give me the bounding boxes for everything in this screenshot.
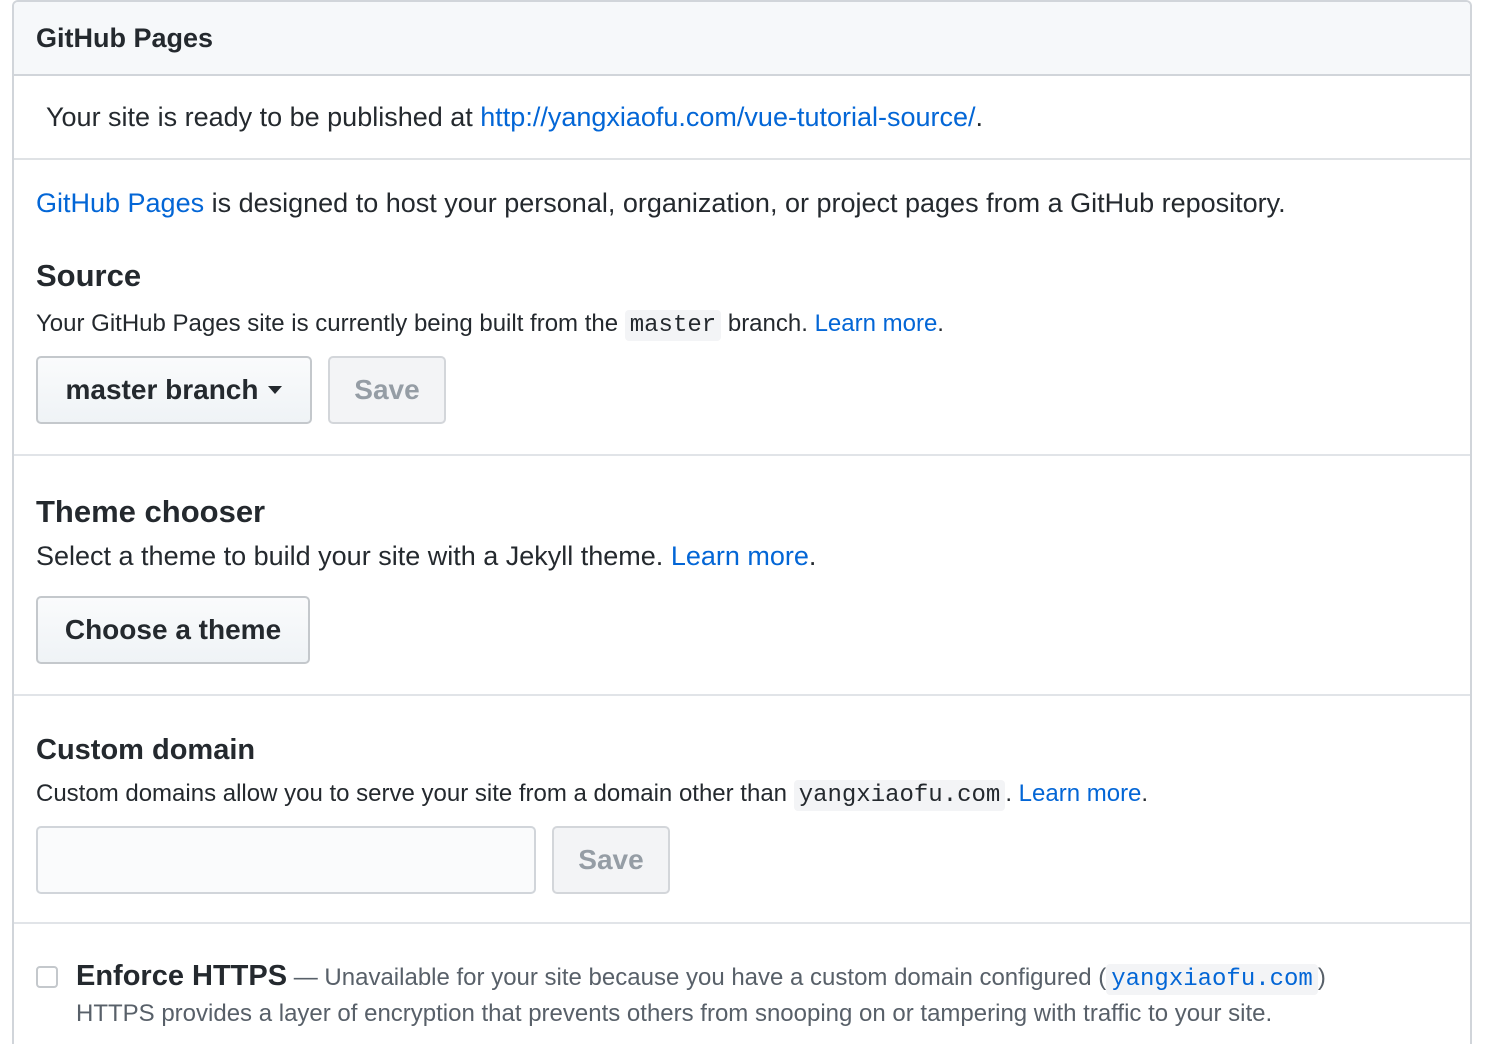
enforce-https-title: Enforce HTTPS [76, 960, 288, 992]
source-learn-more-link[interactable]: Learn more [815, 310, 938, 337]
custom-domain-learn-more-link[interactable]: Learn more [1019, 780, 1142, 807]
branch-code: master [624, 310, 722, 341]
custom-domain-note-mid: . [1005, 780, 1019, 807]
custom-domain-save-button[interactable]: Save [552, 826, 670, 894]
source-section: GitHub Pages is designed to host your pe… [14, 160, 1470, 456]
choose-theme-button[interactable]: Choose a theme [36, 596, 310, 664]
publish-notice-suffix: . [975, 101, 984, 132]
enforce-https-reason: — Unavailable for your site because you … [287, 964, 1107, 991]
panel-title: GitHub Pages [36, 22, 214, 53]
publish-notice-text: Your site is ready to be published at [46, 101, 481, 132]
source-note-suffix: . [937, 310, 944, 337]
panel-header: GitHub Pages [14, 2, 1470, 76]
https-description: HTTPS provides a layer of encryption tha… [76, 1000, 1273, 1027]
source-save-button[interactable]: Save [328, 356, 446, 424]
source-heading: Source [36, 258, 142, 293]
pages-intro-text: is designed to host your personal, organ… [204, 188, 1286, 218]
domain-code: yangxiaofu.com [793, 780, 1006, 811]
custom-domain-input[interactable] [36, 826, 536, 894]
theme-note-suffix: . [808, 541, 817, 571]
source-branch-label: master branch [65, 374, 259, 405]
theme-note-text: Select a theme to build your site with a… [36, 541, 671, 571]
enforce-https-section: Enforce HTTPS — Unavailable for your sit… [14, 924, 1470, 1044]
publish-notice: Your site is ready to be published at ht… [14, 76, 1470, 160]
theme-heading: Theme chooser [36, 494, 266, 529]
enforce-https-line: Enforce HTTPS — Unavailable for your sit… [76, 960, 1326, 995]
source-note-text: Your GitHub Pages site is currently bein… [36, 310, 625, 337]
github-pages-panel: GitHub Pages Your site is ready to be pu… [12, 0, 1472, 1044]
theme-learn-more-link[interactable]: Learn more [671, 541, 809, 571]
pages-intro: GitHub Pages is designed to host your pe… [36, 188, 1286, 219]
enforce-https-checkbox[interactable] [36, 966, 58, 988]
source-branch-select[interactable]: master branch [36, 356, 312, 424]
custom-domain-heading: Custom domain [36, 734, 256, 766]
github-pages-link[interactable]: GitHub Pages [36, 188, 204, 218]
source-note: Your GitHub Pages site is currently bein… [36, 310, 944, 341]
source-note-mid: branch. [721, 310, 815, 337]
published-site-link[interactable]: http://yangxiaofu.com/vue-tutorial-sourc… [480, 102, 975, 133]
custom-domain-note-suffix: . [1141, 780, 1149, 807]
https-domain-code: yangxiaofu.com [1106, 964, 1318, 995]
custom-domain-note-text: Custom domains allow you to serve your s… [36, 780, 794, 807]
theme-section: Theme chooser Select a theme to build yo… [14, 456, 1470, 696]
enforce-https-close: ) [1317, 964, 1326, 991]
theme-note: Select a theme to build your site with a… [36, 541, 816, 572]
custom-domain-section: Custom domain Custom domains allow you t… [14, 696, 1470, 924]
caret-down-icon [268, 386, 283, 394]
custom-domain-note: Custom domains allow you to serve your s… [36, 780, 1149, 811]
